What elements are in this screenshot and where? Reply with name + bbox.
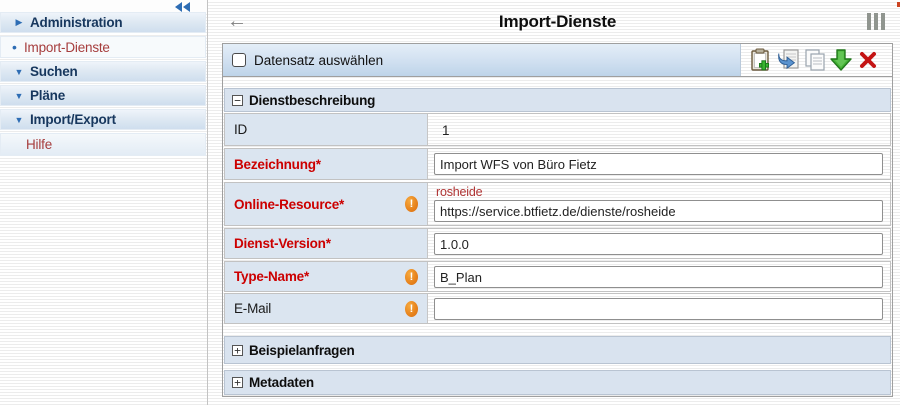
expand-section-icon[interactable]: +: [232, 345, 243, 356]
field-label-cell: E-Mail !: [225, 294, 428, 323]
field-row-online-resource: Online-Resource* ! rosheide: [224, 182, 891, 226]
section-title: Dienstbeschreibung: [249, 93, 375, 108]
bullet-icon: •: [12, 42, 22, 52]
sidebar-item-label: Import-Dienste: [24, 40, 110, 55]
field-row-type-name: Type-Name* !: [224, 261, 891, 292]
triangle-down-icon: ▼: [10, 91, 28, 101]
field-label-cell: Bezeichnung*: [225, 149, 428, 179]
field-label: Online-Resource*: [234, 197, 344, 212]
triangle-down-icon: ▼: [10, 67, 28, 77]
field-value-cell: rosheide: [428, 183, 890, 225]
field-label: ID: [234, 122, 247, 137]
field-label-cell: Type-Name* !: [225, 262, 428, 291]
expand-section-icon[interactable]: +: [232, 377, 243, 388]
field-row-bezeichnung: Bezeichnung*: [224, 148, 891, 180]
field-label: E-Mail: [234, 301, 271, 316]
sidebar-item-suchen[interactable]: ▼ Suchen: [0, 61, 206, 82]
sidebar-item-label: Suchen: [30, 64, 78, 79]
field-value-cell: 1: [428, 114, 890, 145]
triangle-right-icon: ▶: [10, 17, 28, 28]
sidebar-item-hilfe[interactable]: Hilfe: [0, 133, 206, 156]
sidebar-item-administration[interactable]: ▶ Administration: [0, 12, 206, 33]
online-resource-input[interactable]: [434, 200, 883, 222]
field-row-id: ID 1: [224, 113, 891, 146]
sidebar-item-import-export[interactable]: ▼ Import/Export: [0, 109, 206, 130]
warning-icon: !: [405, 301, 418, 317]
add-record-clipboard-icon[interactable]: [749, 48, 773, 72]
email-input[interactable]: [434, 298, 883, 320]
form-body: − Dienstbeschreibung ID 1 Bezeichnung*: [223, 77, 892, 396]
paste-import-icon[interactable]: [776, 48, 800, 72]
section-dienstbeschreibung[interactable]: − Dienstbeschreibung: [224, 88, 891, 112]
type-name-input[interactable]: [434, 266, 883, 288]
sidebar-item-label: Pläne: [30, 88, 65, 103]
delete-icon[interactable]: [856, 48, 880, 72]
id-value: 1: [428, 114, 890, 147]
warning-icon: !: [405, 269, 418, 285]
sidebar-top-strip: [0, 0, 207, 12]
panel-menu-icon[interactable]: [867, 13, 885, 30]
sidebar: ▶ Administration • Import-Dienste ▼ Such…: [0, 0, 208, 405]
field-label-cell: ID: [225, 114, 428, 145]
download-icon[interactable]: [829, 48, 853, 72]
import-dienste-panel: Datensatz auswählen: [222, 43, 893, 397]
record-toolbar: Datensatz auswählen: [223, 44, 892, 77]
sidebar-item-label: Administration: [30, 15, 122, 30]
sidebar-item-label: Import/Export: [30, 112, 116, 127]
field-row-dienst-version: Dienst-Version*: [224, 228, 891, 259]
triangle-down-icon: ▼: [10, 115, 28, 125]
field-value-cell: [428, 294, 890, 323]
main-header: ← Import-Dienste: [222, 8, 893, 40]
sidebar-item-label: Hilfe: [26, 137, 52, 152]
field-value-cell: [428, 262, 890, 291]
select-record-label: Datensatz auswählen: [254, 53, 383, 68]
field-row-email: E-Mail !: [224, 293, 891, 324]
field-label-cell: Dienst-Version*: [225, 229, 428, 258]
section-title: Metadaten: [249, 375, 314, 390]
collapse-section-icon[interactable]: −: [232, 95, 243, 106]
field-value-cell: [428, 149, 890, 179]
sidebar-item-import-dienste[interactable]: • Import-Dienste: [0, 36, 206, 58]
section-beispielanfragen[interactable]: + Beispielanfragen: [224, 336, 891, 364]
dienst-version-input[interactable]: [434, 233, 883, 255]
resource-note: rosheide: [436, 185, 890, 199]
field-label: Dienst-Version*: [234, 236, 331, 251]
warning-icon: !: [405, 196, 418, 212]
field-label: Type-Name*: [234, 269, 309, 284]
toolbar-icon-strip: [740, 44, 892, 76]
section-metadaten[interactable]: + Metadaten: [224, 370, 891, 395]
copy-icon[interactable]: [803, 48, 827, 72]
field-label-cell: Online-Resource* !: [225, 183, 428, 225]
section-title: Beispielanfragen: [249, 343, 355, 358]
select-record-checkbox[interactable]: [232, 53, 246, 67]
field-value-cell: [428, 229, 890, 258]
sidebar-item-plaene[interactable]: ▼ Pläne: [0, 85, 206, 106]
page-title: Import-Dienste: [222, 8, 893, 32]
back-icon[interactable]: ←: [227, 10, 247, 32]
bezeichnung-input[interactable]: [434, 153, 883, 175]
field-label: Bezeichnung*: [234, 157, 321, 172]
